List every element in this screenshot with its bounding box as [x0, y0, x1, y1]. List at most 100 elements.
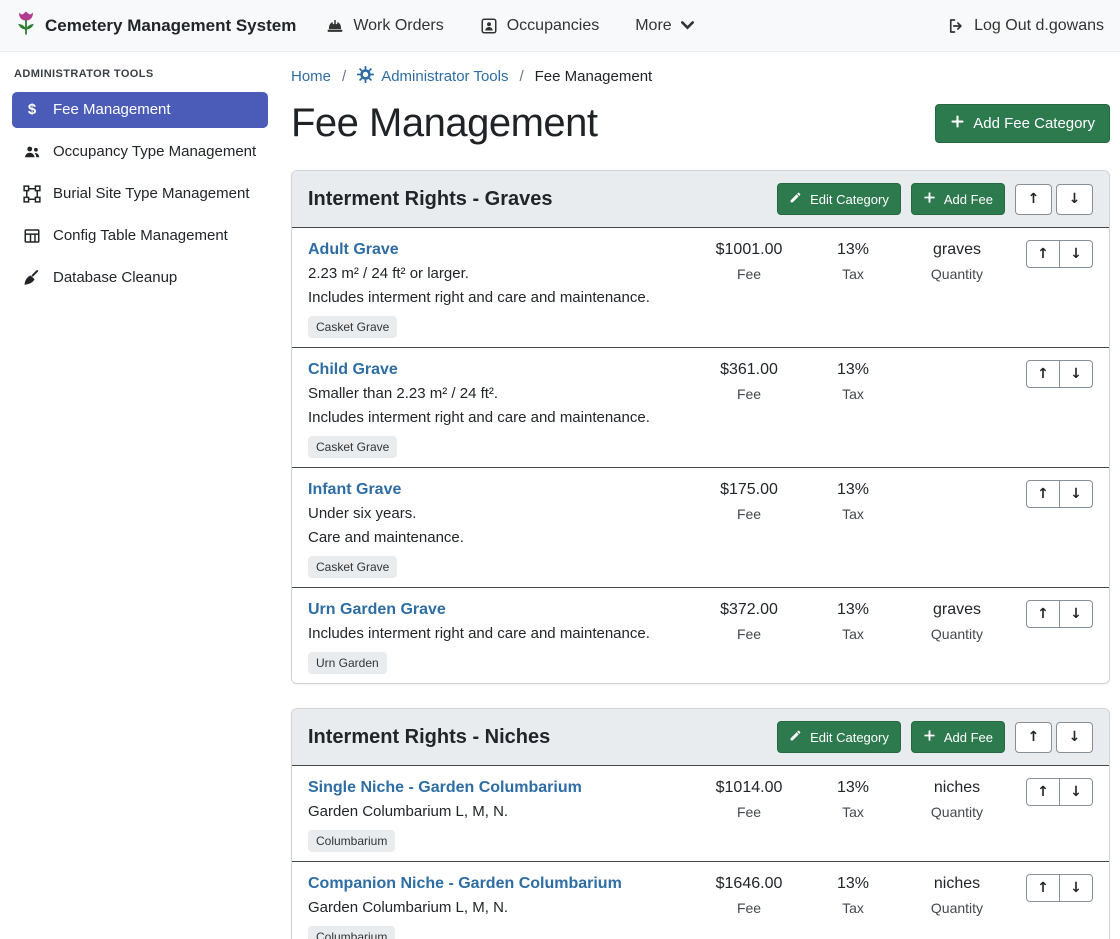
move-fee-up-button[interactable]: ↑	[1026, 480, 1060, 508]
move-fee-up-button[interactable]: ↑	[1026, 360, 1060, 388]
fee-tax-column: 13% Tax	[801, 480, 905, 523]
edit-category-button[interactable]: Edit Category	[777, 721, 901, 753]
move-fee-up-button[interactable]: ↑	[1026, 874, 1060, 902]
main-content: Home / Administrator Tools / Fee Managem…	[280, 52, 1120, 939]
fee-description: Includes interment right and care and ma…	[308, 288, 689, 308]
move-fee-up-button[interactable]: ↑	[1026, 778, 1060, 806]
fee-tax-label: Tax	[801, 899, 905, 917]
fee-amount: $1014.00	[697, 778, 801, 798]
nav-occupancies-label: Occupancies	[507, 17, 600, 35]
pencil-icon	[789, 729, 802, 745]
move-fee-down-button[interactable]: ↓	[1059, 600, 1093, 628]
fee-quantity-label: Quantity	[905, 625, 1009, 643]
fee-description: Includes interment right and care and ma…	[308, 624, 689, 644]
fee-tax-label: Tax	[801, 803, 905, 821]
fee-tax-label: Tax	[801, 265, 905, 283]
arrow-down-icon: ↓	[1069, 730, 1081, 744]
fee-name-link[interactable]: Urn Garden Grave	[308, 600, 689, 620]
sidebar-item-burial-site-type[interactable]: Burial Site Type Management	[12, 176, 268, 212]
fee-type-badge: Casket Grave	[308, 556, 397, 578]
arrow-down-icon: ↓	[1070, 247, 1082, 261]
fee-row: Companion Niche - Garden Columbarium Gar…	[292, 861, 1109, 939]
fee-name-link[interactable]: Child Grave	[308, 360, 689, 380]
broom-icon	[22, 269, 42, 287]
categories-container: Interment Rights - Graves Edit Category …	[291, 170, 1110, 939]
nav-work-orders[interactable]: Work Orders	[326, 17, 443, 35]
occupancy-icon	[480, 17, 498, 35]
move-category-down-button[interactable]: ↓	[1056, 722, 1093, 753]
fee-quantity-column: niches Quantity	[905, 874, 1009, 917]
move-fee-down-button[interactable]: ↓	[1059, 240, 1093, 268]
move-fee-down-button[interactable]: ↓	[1059, 874, 1093, 902]
fee-amount-label: Fee	[697, 505, 801, 523]
edit-category-button[interactable]: Edit Category	[777, 183, 901, 215]
fee-list: Single Niche - Garden Columbarium Garden…	[292, 766, 1109, 939]
sidebar-item-label: Config Table Management	[53, 226, 228, 246]
breadcrumb-admin-tools-label: Administrator Tools	[381, 68, 508, 85]
arrow-down-icon: ↓	[1070, 607, 1082, 621]
move-fee-down-button[interactable]: ↓	[1059, 360, 1093, 388]
fee-amount-label: Fee	[697, 899, 801, 917]
move-category-up-button[interactable]: ↑	[1015, 722, 1052, 753]
nav-occupancies[interactable]: Occupancies	[480, 17, 600, 35]
plus-icon	[923, 191, 936, 207]
fee-description: Garden Columbarium L, M, N.	[308, 802, 689, 822]
sidebar-item-label: Burial Site Type Management	[53, 184, 250, 204]
sidebar-item-database-cleanup[interactable]: Database Cleanup	[12, 260, 268, 296]
edit-category-label: Edit Category	[810, 730, 889, 745]
fee-name-link[interactable]: Single Niche - Garden Columbarium	[308, 778, 689, 798]
fee-description: Includes interment right and care and ma…	[308, 408, 689, 428]
fee-tax: 13%	[801, 360, 905, 380]
move-category-down-button[interactable]: ↓	[1056, 184, 1093, 215]
add-fee-category-label: Add Fee Category	[973, 115, 1095, 132]
arrow-down-icon: ↓	[1070, 367, 1082, 381]
fee-name-link[interactable]: Infant Grave	[308, 480, 689, 500]
nav-more[interactable]: More	[635, 17, 693, 35]
fee-description: Under six years.	[308, 504, 689, 524]
logout-label: Log Out d.gowans	[974, 17, 1104, 35]
breadcrumb-admin-tools-link[interactable]: Administrator Tools	[357, 66, 508, 87]
fee-row: Adult Grave 2.23 m² / 24 ft² or larger.I…	[292, 228, 1109, 347]
arrow-up-icon: ↑	[1037, 607, 1049, 621]
arrow-down-icon: ↓	[1070, 785, 1082, 799]
add-fee-category-button[interactable]: Add Fee Category	[935, 104, 1110, 143]
fee-descriptions: Garden Columbarium L, M, N.	[308, 802, 689, 822]
fee-tax-label: Tax	[801, 385, 905, 403]
fee-row: Urn Garden Grave Includes interment righ…	[292, 587, 1109, 683]
fee-description: Smaller than 2.23 m² / 24 ft².	[308, 384, 689, 404]
move-fee-up-button[interactable]: ↑	[1026, 600, 1060, 628]
add-fee-button[interactable]: Add Fee	[911, 721, 1005, 753]
fee-row: Child Grave Smaller than 2.23 m² / 24 ft…	[292, 347, 1109, 467]
move-fee-down-button[interactable]: ↓	[1059, 480, 1093, 508]
fee-amount: $1001.00	[697, 240, 801, 260]
fee-quantity-label: Quantity	[905, 803, 1009, 821]
breadcrumb-home-link[interactable]: Home	[291, 68, 331, 85]
add-fee-button[interactable]: Add Fee	[911, 183, 1005, 215]
sidebar-item-occupancy-type[interactable]: Occupancy Type Management	[12, 134, 268, 170]
breadcrumb-current: Fee Management	[535, 68, 653, 85]
breadcrumb-separator: /	[342, 68, 346, 85]
fee-amount-column: $361.00 Fee	[697, 360, 801, 403]
move-fee-up-button[interactable]: ↑	[1026, 240, 1060, 268]
fee-tax-column: 13% Tax	[801, 778, 905, 821]
fee-quantity: graves	[905, 240, 1009, 260]
fee-quantity-column	[905, 360, 1009, 365]
move-category-up-button[interactable]: ↑	[1015, 184, 1052, 215]
app-brand[interactable]: Cemetery Management System	[16, 10, 296, 42]
fee-name-link[interactable]: Companion Niche - Garden Columbarium	[308, 874, 689, 894]
sidebar-item-label: Occupancy Type Management	[53, 142, 256, 162]
arrow-up-icon: ↑	[1037, 247, 1049, 261]
sidebar-item-fee-management[interactable]: $ Fee Management	[12, 92, 268, 128]
fee-category-card: Interment Rights - Niches Edit Category …	[291, 708, 1110, 939]
page-title: Fee Management	[291, 101, 598, 146]
fee-name-link[interactable]: Adult Grave	[308, 240, 689, 260]
logout-link[interactable]: Log Out d.gowans	[947, 17, 1104, 35]
arrow-up-icon: ↑	[1037, 785, 1049, 799]
fee-description: Garden Columbarium L, M, N.	[308, 898, 689, 918]
sidebar-item-config-table[interactable]: Config Table Management	[12, 218, 268, 254]
fee-descriptions: Includes interment right and care and ma…	[308, 624, 689, 644]
fee-quantity-label: Quantity	[905, 899, 1009, 917]
fee-quantity: niches	[905, 874, 1009, 894]
fee-list: Adult Grave 2.23 m² / 24 ft² or larger.I…	[292, 228, 1109, 683]
move-fee-down-button[interactable]: ↓	[1059, 778, 1093, 806]
